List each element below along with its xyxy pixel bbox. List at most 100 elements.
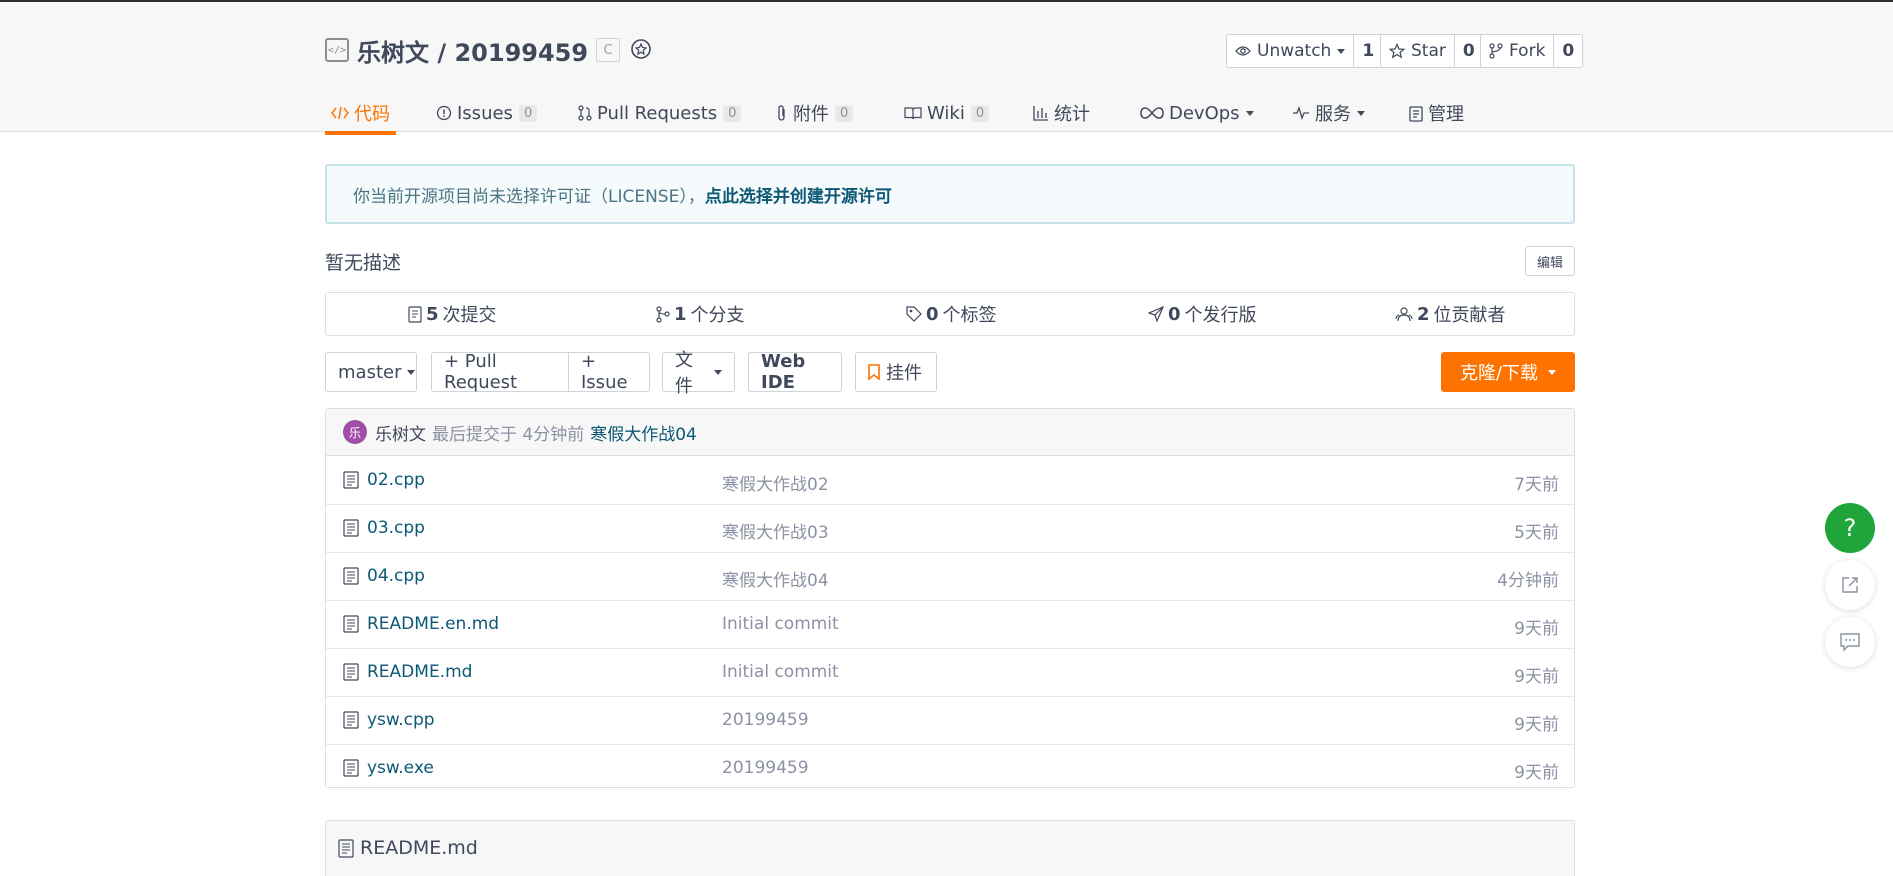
share-button[interactable] — [1825, 560, 1875, 610]
clone-download-button[interactable]: 克隆/下载 — [1441, 352, 1575, 392]
watch-button[interactable]: Unwatch 1 — [1226, 34, 1384, 68]
tab-pull-requests[interactable]: Pull Requests 0 — [578, 92, 742, 134]
issue-icon — [436, 105, 452, 121]
file-commit-link[interactable]: 20199459 — [722, 710, 809, 730]
file-menu-label: 文件 — [675, 350, 693, 397]
branch-select[interactable]: master — [325, 352, 417, 392]
star-icon — [1389, 43, 1405, 59]
stat-branches[interactable]: 1 个分支 — [656, 293, 745, 335]
chevron-down-icon — [1337, 48, 1346, 54]
table-row: README.en.md Initial commit 9天前 — [326, 601, 1574, 649]
stat-label: 次提交 — [442, 305, 497, 326]
tab-statistics[interactable]: 统计 — [1033, 92, 1090, 134]
license-notice: 你当前开源项目尚未选择许可证（LICENSE）， 点此选择并创建开源许可 — [325, 164, 1575, 224]
attachments-count-badge: 0 — [835, 104, 854, 122]
widget-button[interactable]: 挂件 — [855, 352, 937, 392]
new-pull-request-label: + Pull Request — [444, 351, 518, 393]
language-badge[interactable]: C — [596, 38, 621, 62]
tab-issues[interactable]: Issues 0 — [436, 92, 538, 134]
feedback-button[interactable] — [1825, 617, 1875, 667]
contributors-icon — [1395, 307, 1413, 322]
commit-message-link[interactable]: 寒假大作战04 — [590, 420, 697, 445]
repo-stats-bar: 5 次提交 1 个分支 0 个标签 0 个发行版 2 位贡献者 — [325, 292, 1575, 336]
file-name-link[interactable]: ysw.exe — [367, 758, 434, 778]
file-time: 9天前 — [1514, 619, 1559, 639]
readme-panel: README.md — [325, 820, 1575, 876]
table-row: README.md Initial commit 9天前 — [326, 649, 1574, 697]
stat-tags[interactable]: 0 个标签 — [906, 293, 997, 335]
table-row: ysw.exe 20199459 9天前 — [326, 745, 1574, 793]
file-name-link[interactable]: README.md — [367, 662, 472, 682]
fork-label: Fork — [1509, 41, 1546, 61]
file-icon — [343, 567, 359, 585]
table-row: 03.cpp 寒假大作战03 5天前 — [326, 505, 1574, 553]
edit-description-button[interactable]: 编辑 — [1525, 246, 1575, 276]
file-time: 9天前 — [1514, 667, 1559, 687]
stat-commits[interactable]: 5 次提交 — [408, 293, 497, 335]
clipboard-icon — [1409, 105, 1423, 122]
web-ide-label: Web IDE — [761, 351, 806, 393]
file-name-link[interactable]: ysw.cpp — [367, 710, 435, 730]
star-button[interactable]: Star 0 — [1380, 34, 1484, 68]
fork-button[interactable]: Fork 0 — [1480, 34, 1584, 68]
chat-icon — [1840, 633, 1860, 652]
file-commit-link[interactable]: 20199459 — [722, 758, 809, 778]
tab-devops[interactable]: DevOps — [1140, 92, 1254, 134]
file-time: 7天前 — [1514, 475, 1559, 495]
tab-code[interactable]: 代码 — [325, 92, 396, 135]
file-name-link[interactable]: README.en.md — [367, 614, 499, 634]
file-name-link[interactable]: 03.cpp — [367, 518, 425, 538]
help-icon: ? — [1843, 514, 1857, 542]
fork-count[interactable]: 0 — [1553, 35, 1582, 67]
create-license-link[interactable]: 点此选择并创建开源许可 — [705, 182, 892, 207]
repo-title[interactable]: 乐树文 / 20199459 — [357, 33, 588, 68]
tab-wiki[interactable]: Wiki 0 — [904, 92, 990, 134]
new-issue-label: + Issue — [581, 351, 628, 393]
file-commit-link[interactable]: Initial commit — [722, 662, 839, 682]
commit-author[interactable]: 乐树文 — [375, 420, 426, 445]
award-icon[interactable] — [628, 37, 654, 63]
help-button[interactable]: ? — [1825, 503, 1875, 553]
commit-icon — [408, 305, 422, 323]
new-issue-button[interactable]: + Issue — [568, 351, 650, 393]
star-count[interactable]: 0 — [1453, 35, 1483, 67]
file-name-link[interactable]: 02.cpp — [367, 470, 425, 490]
stat-releases[interactable]: 0 个发行版 — [1148, 293, 1257, 335]
file-commit-link[interactable]: 寒假大作战04 — [722, 566, 829, 591]
readme-file-icon — [338, 838, 354, 858]
file-time: 9天前 — [1514, 715, 1559, 735]
file-name-link[interactable]: 04.cpp — [367, 566, 425, 586]
tab-label: 服务 — [1315, 104, 1351, 125]
issues-count-badge: 0 — [518, 104, 538, 122]
repo-owner[interactable]: 乐树文 — [357, 39, 429, 67]
last-commit-row: 乐 乐树文 最后提交于 4分钟前 寒假大作战04 — [326, 409, 1574, 456]
repo-name[interactable]: 20199459 — [454, 39, 588, 67]
code-icon — [331, 106, 349, 120]
stat-contributors[interactable]: 2 位贡献者 — [1395, 293, 1506, 335]
table-row: ysw.cpp 20199459 9天前 — [326, 697, 1574, 745]
tab-manage[interactable]: 管理 — [1409, 92, 1464, 134]
avatar[interactable]: 乐 — [343, 420, 367, 444]
stat-label: 个标签 — [942, 305, 997, 326]
eye-icon — [1235, 46, 1251, 56]
repo-code-icon: </> — [325, 38, 349, 62]
new-pull-request-button[interactable]: + Pull Request — [431, 351, 569, 393]
stat-label: 位贡献者 — [1433, 305, 1506, 326]
chevron-down-icon — [1548, 369, 1557, 375]
branch-icon — [656, 305, 670, 323]
tab-attachments[interactable]: 附件 0 — [776, 92, 854, 134]
stat-label: 个分支 — [690, 305, 745, 326]
star-label: Star — [1411, 41, 1446, 61]
table-row: 02.cpp 寒假大作战02 7天前 — [326, 457, 1574, 505]
file-time: 9天前 — [1514, 763, 1559, 783]
file-commit-link[interactable]: Initial commit — [722, 614, 839, 634]
file-menu-button[interactable]: 文件 — [662, 350, 735, 397]
readme-title-text: README.md — [360, 837, 478, 859]
watch-count[interactable]: 1 — [1353, 35, 1382, 67]
web-ide-button[interactable]: Web IDE — [748, 351, 842, 393]
table-row: 04.cpp 寒假大作战04 4分钟前 — [326, 553, 1574, 601]
file-commit-link[interactable]: 寒假大作战03 — [722, 518, 829, 543]
tab-label: Wiki — [927, 102, 965, 124]
tab-services[interactable]: 服务 — [1292, 92, 1365, 134]
file-commit-link[interactable]: 寒假大作战02 — [722, 470, 829, 495]
